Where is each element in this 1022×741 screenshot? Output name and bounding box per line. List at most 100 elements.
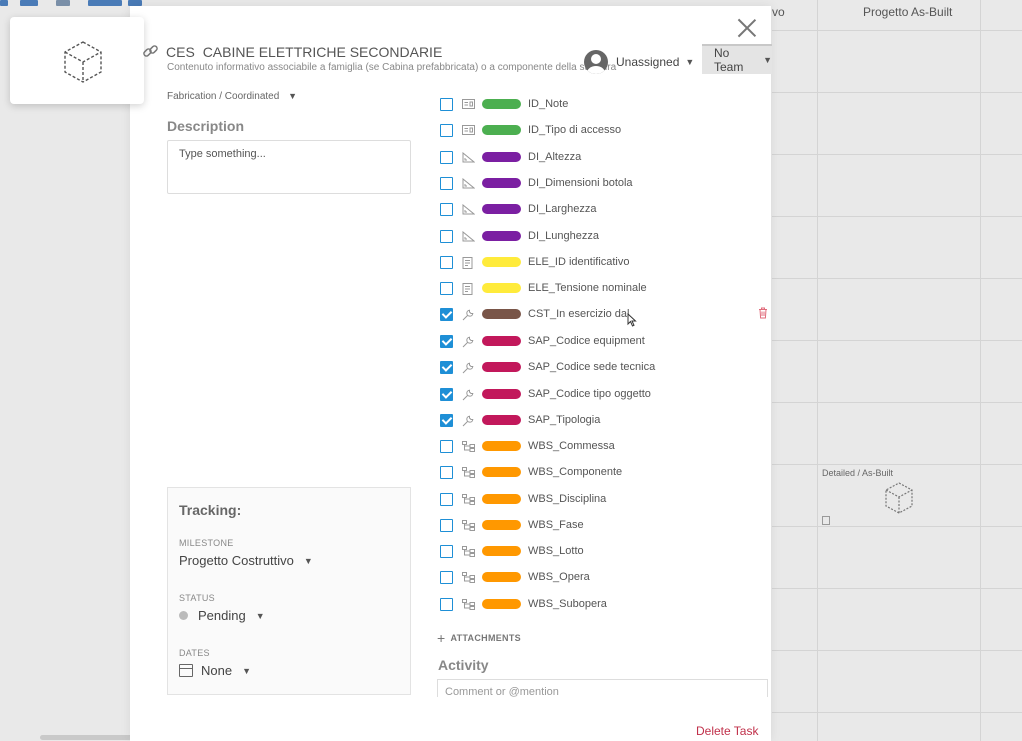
parameter-row[interactable]: DI_Lunghezza [440, 227, 599, 245]
wrench-icon [462, 362, 476, 373]
link-icon[interactable] [142, 43, 159, 60]
status-dropdown[interactable]: Pending ▼ [179, 608, 265, 623]
status-dot-icon [179, 611, 188, 620]
parameter-row[interactable]: ELE_ID identificativo [440, 253, 630, 271]
parameter-checkbox[interactable] [440, 492, 453, 506]
parameter-name: ID_Note [528, 98, 569, 110]
task-title-text: CABINE ELETTRICHE SECONDARIE [202, 44, 443, 60]
parameter-checkbox[interactable] [440, 544, 453, 558]
parameter-row[interactable]: WBS_Lotto [440, 542, 584, 560]
parameter-color-tag [482, 494, 521, 504]
parameter-checkbox[interactable] [440, 360, 453, 374]
parameter-checkbox[interactable] [440, 307, 453, 321]
parameter-name: SAP_Codice tipo oggetto [528, 388, 651, 400]
id-card-icon [462, 124, 476, 136]
parameter-checkbox[interactable] [440, 123, 453, 137]
card-badge-icon [822, 516, 830, 525]
parameter-row[interactable]: WBS_Opera [440, 568, 590, 586]
parameter-checkbox[interactable] [440, 334, 453, 348]
hierarchy-icon [462, 466, 476, 478]
parameter-color-tag [482, 415, 521, 425]
grid-line [817, 0, 818, 741]
description-input[interactable]: Type something... [167, 140, 411, 194]
milestone-dropdown[interactable]: Progetto Costruttivo ▼ [179, 553, 313, 568]
parameter-row[interactable]: ELE_Tensione nominale [440, 279, 647, 297]
parameter-name: WBS_Disciplina [528, 493, 607, 505]
parameter-row[interactable]: SAP_Codice tipo oggetto [440, 385, 651, 403]
parameter-color-tag [482, 99, 521, 109]
toolbar-icon[interactable] [0, 0, 8, 6]
workflow-dropdown[interactable]: Fabrication / Coordinated ▼ [167, 91, 297, 102]
parameter-row[interactable]: SAP_Codice equipment [440, 332, 645, 350]
parameter-checkbox[interactable] [440, 176, 453, 190]
parameter-row[interactable]: CST_In esercizio dal [440, 305, 630, 323]
parameter-color-tag [482, 283, 521, 293]
parameter-row[interactable]: ID_Note [440, 95, 568, 113]
parameter-row[interactable]: WBS_Componente [440, 463, 622, 481]
dates-dropdown[interactable]: None ▼ [179, 663, 251, 678]
grid-line [772, 92, 1022, 93]
hierarchy-icon [462, 598, 476, 610]
parameter-checkbox[interactable] [440, 465, 453, 479]
parameter-checkbox[interactable] [440, 229, 453, 243]
grid-line [772, 154, 1022, 155]
parameter-row[interactable]: DI_Dimensioni botola [440, 174, 633, 192]
grid-line [772, 464, 1022, 465]
parameter-color-tag [482, 467, 521, 477]
parameter-name: CST_In esercizio dal [528, 308, 630, 320]
team-dropdown[interactable]: No Team ▼ [702, 44, 772, 74]
parameter-name: SAP_Codice sede tecnica [528, 361, 656, 373]
parameter-row[interactable]: WBS_Subopera [440, 595, 607, 613]
parameter-checkbox[interactable] [440, 387, 453, 401]
delete-task-button[interactable]: Delete Task [696, 724, 758, 738]
parameter-name: DI_Altezza [528, 151, 582, 163]
column-header: Progetto As-Built [863, 5, 953, 19]
grid-line [772, 712, 1022, 713]
parameter-color-tag [482, 546, 521, 556]
calendar-icon [179, 664, 193, 677]
parameter-checkbox[interactable] [440, 150, 453, 164]
attachments-button[interactable]: + ATTACHMENTS [437, 630, 521, 646]
parameter-name: ELE_ID identificativo [528, 256, 630, 268]
parameter-color-tag [482, 231, 521, 241]
parameter-row[interactable]: WBS_Commessa [440, 437, 615, 455]
parameter-checkbox[interactable] [440, 202, 453, 216]
calendar-view-icon[interactable] [88, 0, 122, 6]
parameter-checkbox[interactable] [440, 518, 453, 532]
parameter-row[interactable]: DI_Altezza [440, 148, 581, 166]
parameter-row[interactable]: WBS_Fase [440, 516, 584, 534]
parameter-checkbox[interactable] [440, 255, 453, 269]
grid-line [772, 30, 1022, 31]
parameter-color-tag [482, 441, 521, 451]
parameter-row[interactable]: DI_Larghezza [440, 200, 597, 218]
parameter-checkbox[interactable] [440, 281, 453, 295]
parameter-name: SAP_Codice equipment [528, 335, 645, 347]
comment-input[interactable]: Comment or @mention [437, 679, 768, 697]
parameter-row[interactable]: WBS_Disciplina [440, 490, 606, 508]
parameter-row[interactable]: SAP_Codice sede tecnica [440, 358, 655, 376]
task-thumbnail [10, 17, 144, 104]
parameter-checkbox[interactable] [440, 597, 453, 611]
parameter-row[interactable]: ID_Tipo di accesso [440, 121, 621, 139]
trash-icon[interactable] [758, 307, 768, 319]
plus-icon: + [437, 630, 446, 646]
column-header: vo [772, 5, 785, 19]
parameter-row[interactable]: SAP_Tipologia [440, 411, 600, 429]
toolbar-icon[interactable] [20, 0, 38, 6]
parameter-checkbox[interactable] [440, 570, 453, 584]
card-label[interactable]: Detailed / As-Built [822, 468, 893, 478]
close-button[interactable] [736, 17, 758, 39]
toolbar-icon[interactable] [56, 0, 70, 6]
milestone-label: MILESTONE [179, 538, 234, 548]
parameter-checkbox[interactable] [440, 439, 453, 453]
task-subtitle: Contenuto informativo associabile a fami… [167, 62, 617, 73]
assignee-dropdown[interactable]: Unassigned ▼ [584, 48, 694, 76]
assignee-label: Unassigned [616, 55, 680, 69]
hierarchy-icon [462, 493, 476, 505]
parameter-checkbox[interactable] [440, 413, 453, 427]
milestone-value: Progetto Costruttivo [179, 553, 294, 568]
parameter-color-tag [482, 336, 521, 346]
wrench-icon [462, 389, 476, 400]
parameter-color-tag [482, 152, 521, 162]
parameter-checkbox[interactable] [440, 97, 453, 111]
